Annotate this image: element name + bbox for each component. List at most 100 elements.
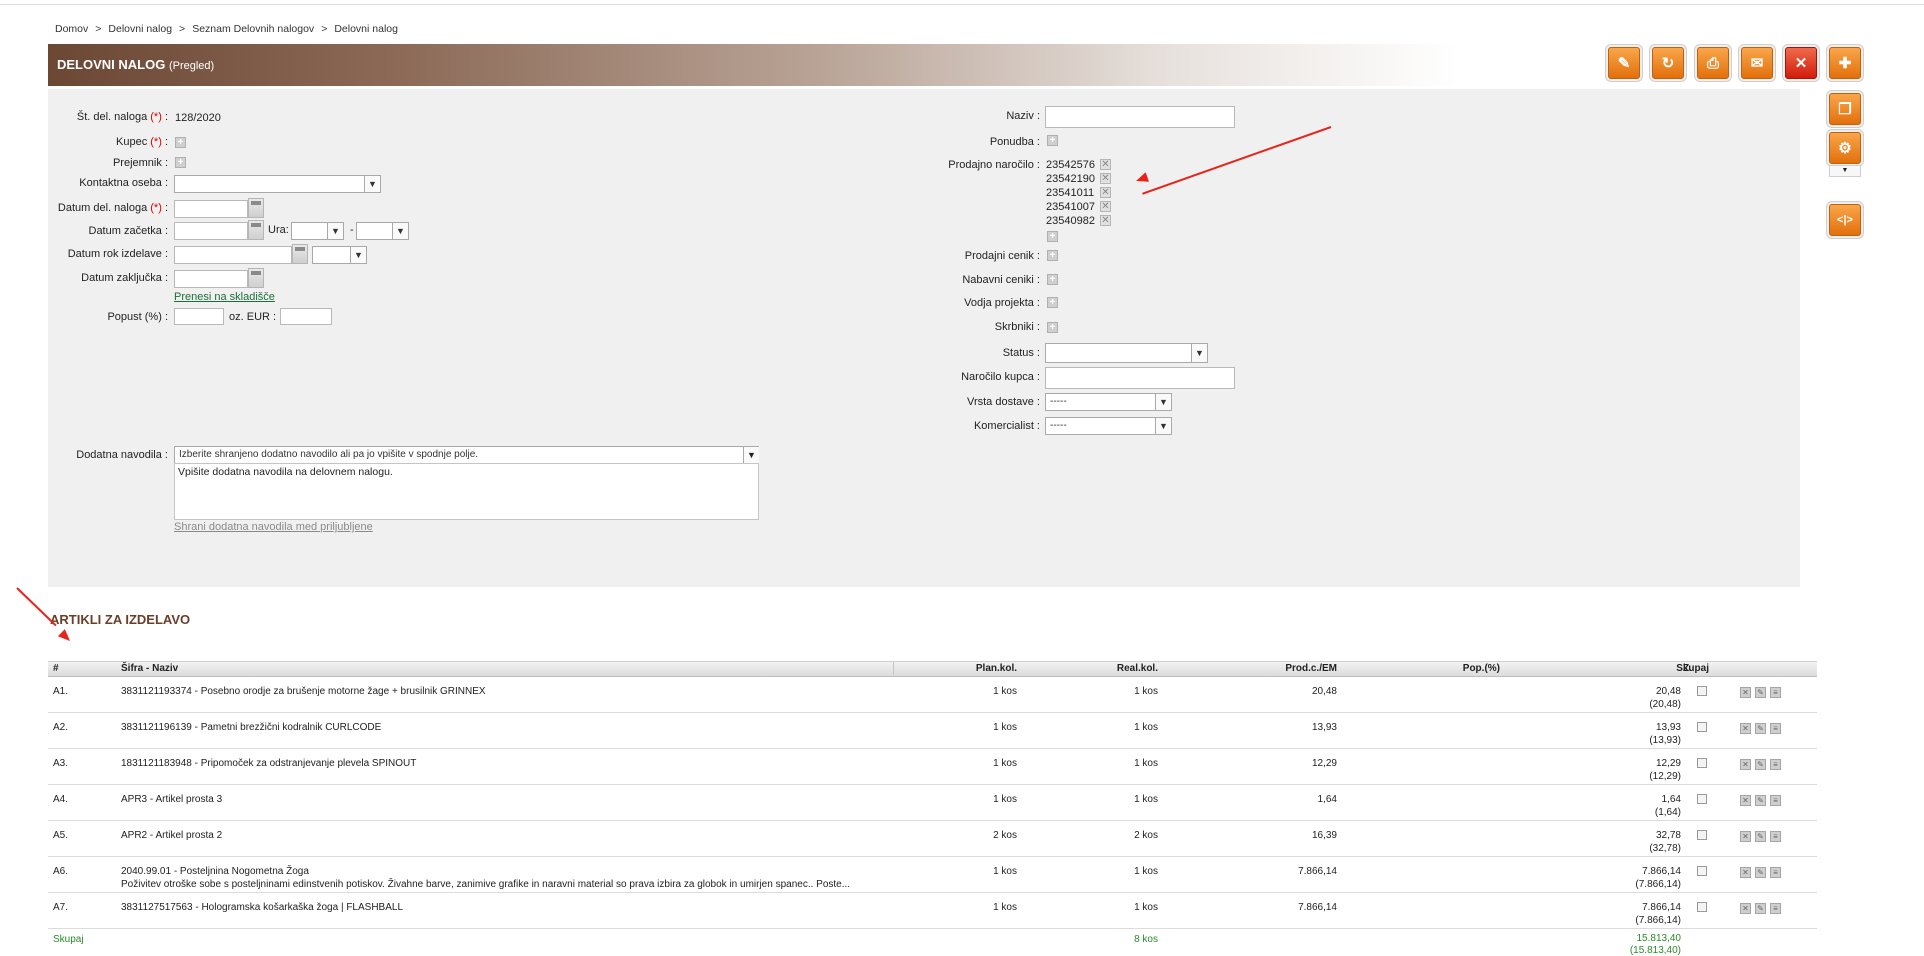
edit-row-icon[interactable]: ✎	[1755, 903, 1766, 914]
delete-row-icon[interactable]: ✕	[1740, 759, 1751, 770]
chevron-down-icon: ▼	[1155, 418, 1171, 434]
reorder-row-icon[interactable]: ≡	[1770, 795, 1781, 806]
reorder-row-icon[interactable]: ≡	[1770, 759, 1781, 770]
add-kupec-button[interactable]: +	[175, 137, 186, 148]
edit-button[interactable]: ✎	[1608, 47, 1640, 79]
delete-row-icon[interactable]: ✕	[1740, 867, 1751, 878]
row-checkbox[interactable]	[1697, 830, 1707, 840]
edit-row-icon[interactable]: ✎	[1755, 759, 1766, 770]
ura-to-select[interactable]: ▼	[356, 222, 409, 240]
edit-row-icon[interactable]: ✎	[1755, 687, 1766, 698]
navodila-select[interactable]: Izberite shranjeno dodatno navodilo ali …	[174, 446, 759, 464]
edit-row-icon[interactable]: ✎	[1755, 723, 1766, 734]
remove-prodajno-button[interactable]: ✕	[1100, 173, 1111, 184]
edit-row-icon[interactable]: ✎	[1755, 867, 1766, 878]
refresh-button[interactable]: ↻	[1652, 47, 1684, 79]
col-prod: Prod.c./EM	[1285, 663, 1337, 674]
add-prodajno-button[interactable]: +	[1047, 231, 1058, 242]
komercialist-select[interactable]: ----- ▼	[1045, 417, 1172, 435]
sum-label: Skupaj	[53, 934, 84, 945]
add-vodja-button[interactable]: +	[1047, 297, 1058, 308]
breadcrumb-current: Delovni nalog	[334, 23, 398, 35]
row-checkbox[interactable]	[1697, 722, 1707, 732]
add-prodajni-cenik-button[interactable]: +	[1047, 250, 1058, 261]
datum-zacetka-input[interactable]	[174, 222, 248, 240]
reorder-row-icon[interactable]: ≡	[1770, 687, 1781, 698]
calendar-icon[interactable]	[292, 244, 308, 264]
add-skrbnik-button[interactable]: +	[1047, 322, 1058, 333]
datum-del-input[interactable]	[174, 200, 248, 218]
email-button[interactable]: ✉	[1741, 47, 1773, 79]
split-button[interactable]: <|>	[1829, 204, 1861, 236]
save-navodila-link[interactable]: Shrani dodatna navodila med priljubljene	[174, 521, 373, 533]
delete-row-icon[interactable]: ✕	[1740, 831, 1751, 842]
datum-rok-time-select[interactable]: ▼	[312, 246, 367, 264]
reorder-row-icon[interactable]: ≡	[1770, 903, 1781, 914]
settings-dropdown-toggle[interactable]: ▼	[1829, 165, 1861, 177]
calendar-icon[interactable]	[248, 268, 264, 288]
reorder-row-icon[interactable]: ≡	[1770, 831, 1781, 842]
breadcrumb-seznam[interactable]: Seznam Delovnih nalogov	[192, 23, 314, 35]
datum-zacetka-label: Datum začetka :	[88, 225, 169, 237]
delete-row-icon[interactable]: ✕	[1740, 723, 1751, 734]
calendar-icon[interactable]	[248, 198, 264, 218]
remove-prodajno-button[interactable]: ✕	[1100, 215, 1111, 226]
sum-real: 8 kos	[1134, 934, 1158, 945]
remove-prodajno-button[interactable]: ✕	[1100, 187, 1111, 198]
add-ponudba-button[interactable]: +	[1047, 135, 1058, 146]
edit-row-icon[interactable]: ✎	[1755, 831, 1766, 842]
prodajni-cenik-label: Prodajni cenik :	[964, 250, 1040, 262]
popust-input[interactable]	[174, 308, 224, 325]
table-row[interactable]: A5. APR2 - Artikel prosta 2 2 kos 2 kos …	[48, 821, 1817, 857]
add-button[interactable]: ✚	[1829, 47, 1861, 79]
delete-row-icon[interactable]: ✕	[1740, 903, 1751, 914]
narocilo-kupca-input[interactable]	[1045, 367, 1235, 389]
printer-icon: ⎙	[1706, 54, 1719, 72]
table-row[interactable]: A4. APR3 - Artikel prosta 3 1 kos 1 kos …	[48, 785, 1817, 821]
eur-input[interactable]	[280, 308, 332, 325]
edit-row-icon[interactable]: ✎	[1755, 795, 1766, 806]
naziv-input[interactable]	[1045, 106, 1235, 128]
settings-button[interactable]: ⚙	[1829, 132, 1861, 164]
oz-eur-label: oz. EUR :	[229, 311, 277, 323]
row-checkbox[interactable]	[1697, 758, 1707, 768]
navodila-textarea[interactable]: Vpišite dodatna navodila na delovnem nal…	[174, 463, 759, 520]
kontakt-select[interactable]: ▼	[174, 175, 381, 193]
prodajno-item: 23542576	[1046, 159, 1095, 171]
delete-row-icon[interactable]: ✕	[1740, 687, 1751, 698]
delete-button[interactable]: ✕	[1785, 47, 1817, 79]
add-prejemnik-button[interactable]: +	[175, 157, 186, 168]
table-row[interactable]: A6. 2040.99.01 - Posteljnina Nogometna Ž…	[48, 857, 1817, 893]
table-row[interactable]: A2. 3831121196139 - Pametni brezžični ko…	[48, 713, 1817, 749]
table-row[interactable]: A1. 3831121193374 - Posebno orodje za br…	[48, 677, 1817, 713]
prenesi-na-skladisce-link[interactable]: Prenesi na skladišče	[174, 291, 275, 303]
add-nabavni-cenik-button[interactable]: +	[1047, 274, 1058, 285]
datum-zakljucka-input[interactable]	[174, 270, 248, 288]
remove-prodajno-button[interactable]: ✕	[1100, 159, 1111, 170]
reorder-row-icon[interactable]: ≡	[1770, 723, 1781, 734]
print-button[interactable]: ⎙	[1697, 47, 1729, 79]
status-select[interactable]: ▼	[1045, 343, 1208, 363]
table-row[interactable]: A3. 1831121183948 - Pripomoček za odstra…	[48, 749, 1817, 785]
breadcrumb-home[interactable]: Domov	[55, 23, 88, 35]
breadcrumb-delovni-nalog[interactable]: Delovni nalog	[108, 23, 172, 35]
row-checkbox[interactable]	[1697, 794, 1707, 804]
page-subtitle: (Pregled)	[168, 60, 215, 72]
articles-title: ARTIKLI ZA IZDELAVO	[50, 612, 191, 627]
copy-button[interactable]: ❐	[1829, 93, 1861, 125]
kontakt-label: Kontaktna oseba :	[79, 177, 168, 189]
status-label: Status :	[1002, 347, 1040, 359]
chevron-down-icon: ▼	[1155, 394, 1171, 410]
chevron-down-icon[interactable]: ▼	[743, 447, 759, 463]
vrsta-dostave-select[interactable]: ----- ▼	[1045, 393, 1172, 411]
reorder-row-icon[interactable]: ≡	[1770, 867, 1781, 878]
delete-row-icon[interactable]: ✕	[1740, 795, 1751, 806]
calendar-icon[interactable]	[248, 220, 264, 240]
row-checkbox[interactable]	[1697, 686, 1707, 696]
ura-from-select[interactable]: ▼	[291, 222, 344, 240]
datum-rok-input[interactable]	[174, 246, 292, 264]
table-row[interactable]: A7. 3831127517563 - Hologramska košarkaš…	[48, 893, 1817, 929]
remove-prodajno-button[interactable]: ✕	[1100, 201, 1111, 212]
row-checkbox[interactable]	[1697, 866, 1707, 876]
row-checkbox[interactable]	[1697, 902, 1707, 912]
